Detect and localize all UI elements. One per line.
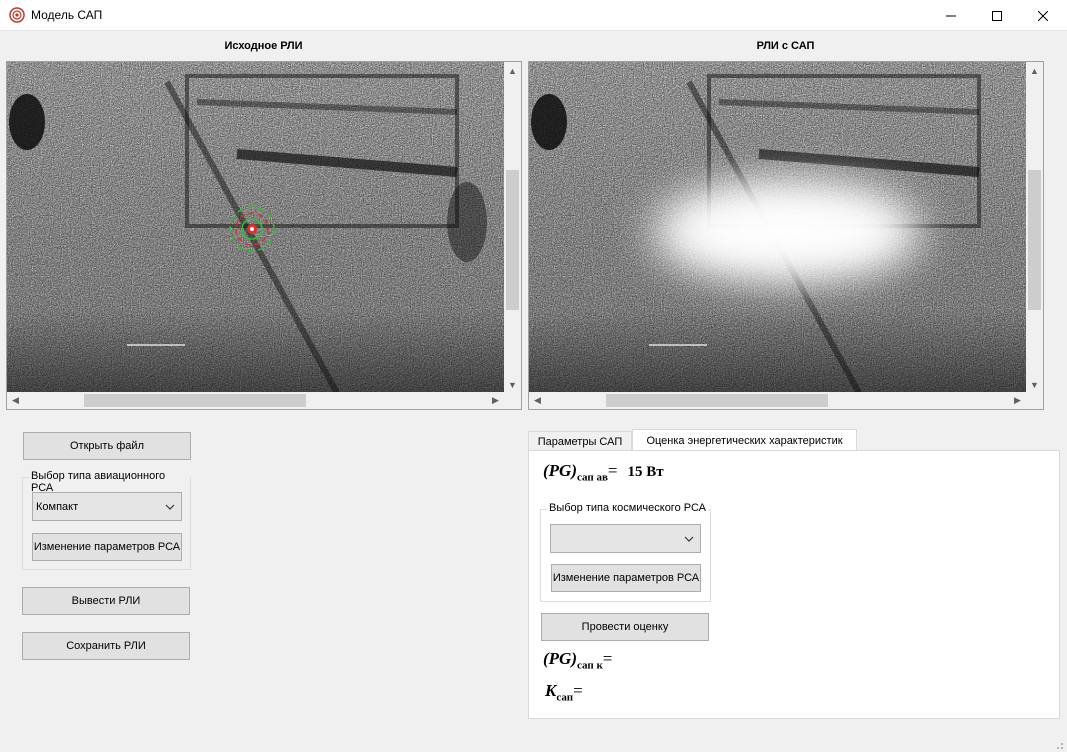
jammed-image-view[interactable]: ▲ ▼ ◀ ▶ (528, 61, 1044, 410)
k-equals: = (573, 681, 583, 700)
vertical-scroll-thumb[interactable] (506, 170, 519, 310)
jammed-sar-image (529, 62, 1026, 393)
pg-space-symbol: (PG) (543, 649, 577, 668)
original-image-view[interactable]: ▲ ▼ ◀ ▶ (6, 61, 522, 410)
original-image-title: Исходное РЛИ (224, 40, 303, 52)
aviation-sar-group: Выбор типа авиационного РСА Компакт Изме… (22, 470, 191, 570)
maximize-button[interactable] (974, 0, 1020, 31)
window-title: Модель САП (31, 8, 103, 22)
minimize-icon (946, 15, 956, 16)
horizontal-scroll-thumb[interactable] (606, 394, 828, 407)
k-sub: сап (556, 691, 574, 704)
title-bar: Модель САП (0, 0, 1067, 31)
tab-jammer-params[interactable]: Параметры САП (528, 431, 632, 451)
run-estimate-button[interactable]: Провести оценку (541, 613, 709, 641)
aviation-sar-group-label: Выбор типа авиационного РСА (29, 470, 190, 494)
aviation-sar-selected: Компакт (36, 500, 79, 513)
change-aviation-params-button[interactable]: Изменение параметров РСА (32, 533, 182, 561)
pg-aviation-equals: = (607, 461, 618, 480)
open-file-button[interactable]: Открыть файл (23, 432, 191, 460)
pg-space-equals: = (602, 649, 613, 668)
pg-space-formula: (PG)сап к= (543, 649, 612, 671)
close-button[interactable] (1020, 0, 1066, 31)
scroll-down-icon[interactable]: ▼ (1026, 376, 1043, 393)
chevron-down-icon (165, 504, 175, 510)
original-horizontal-scrollbar[interactable]: ◀ ▶ (7, 392, 504, 409)
jammed-horizontal-scrollbar[interactable]: ◀ ▶ (529, 392, 1026, 409)
scroll-right-icon[interactable]: ▶ (487, 392, 504, 409)
close-icon (1038, 10, 1048, 21)
change-space-params-button[interactable]: Изменение параметров РСА (551, 564, 701, 592)
jammed-vertical-scrollbar[interactable]: ▲ ▼ (1026, 62, 1043, 393)
tab-energy-estimate[interactable]: Оценка энергетических характеристик (632, 429, 857, 451)
vertical-scroll-thumb[interactable] (1028, 170, 1041, 310)
k-symbol: K (545, 681, 557, 700)
app-icon (9, 7, 25, 23)
scroll-down-icon[interactable]: ▼ (504, 376, 521, 393)
original-sar-image (7, 62, 504, 393)
pg-aviation-symbol: (PG) (543, 461, 577, 480)
save-image-button[interactable]: Сохранить РЛИ (22, 632, 190, 660)
output-image-button[interactable]: Вывести РЛИ (22, 587, 190, 615)
aviation-sar-select[interactable]: Компакт (32, 492, 182, 521)
pg-aviation-sub: сап ав (576, 471, 608, 484)
k-formula: Kсап= (545, 681, 583, 703)
minimize-button[interactable] (928, 0, 974, 31)
maximize-icon (992, 10, 1002, 21)
original-vertical-scrollbar[interactable]: ▲ ▼ (504, 62, 521, 393)
scroll-right-icon[interactable]: ▶ (1009, 392, 1026, 409)
pg-space-sub: сап к (576, 659, 603, 672)
space-sar-group-label: Выбор типа космического РСА (547, 502, 709, 514)
space-sar-group: Выбор типа космического РСА Изменение па… (540, 502, 711, 602)
scroll-left-icon[interactable]: ◀ (7, 392, 24, 409)
chevron-down-icon (684, 536, 694, 542)
scroll-up-icon[interactable]: ▲ (504, 62, 521, 79)
pg-aviation-value: 15 Вт (627, 464, 664, 480)
pg-aviation-formula: (PG)сап ав= 15 Вт (543, 461, 664, 483)
energy-estimate-panel: (PG)сап ав= 15 Вт Выбор типа космического… (528, 450, 1060, 719)
horizontal-scroll-thumb[interactable] (84, 394, 306, 407)
resize-grip-icon[interactable] (1052, 738, 1064, 750)
jammed-image-title: РЛИ с САП (756, 40, 815, 52)
scroll-up-icon[interactable]: ▲ (1026, 62, 1043, 79)
scroll-left-icon[interactable]: ◀ (529, 392, 546, 409)
space-sar-select[interactable] (550, 524, 701, 553)
